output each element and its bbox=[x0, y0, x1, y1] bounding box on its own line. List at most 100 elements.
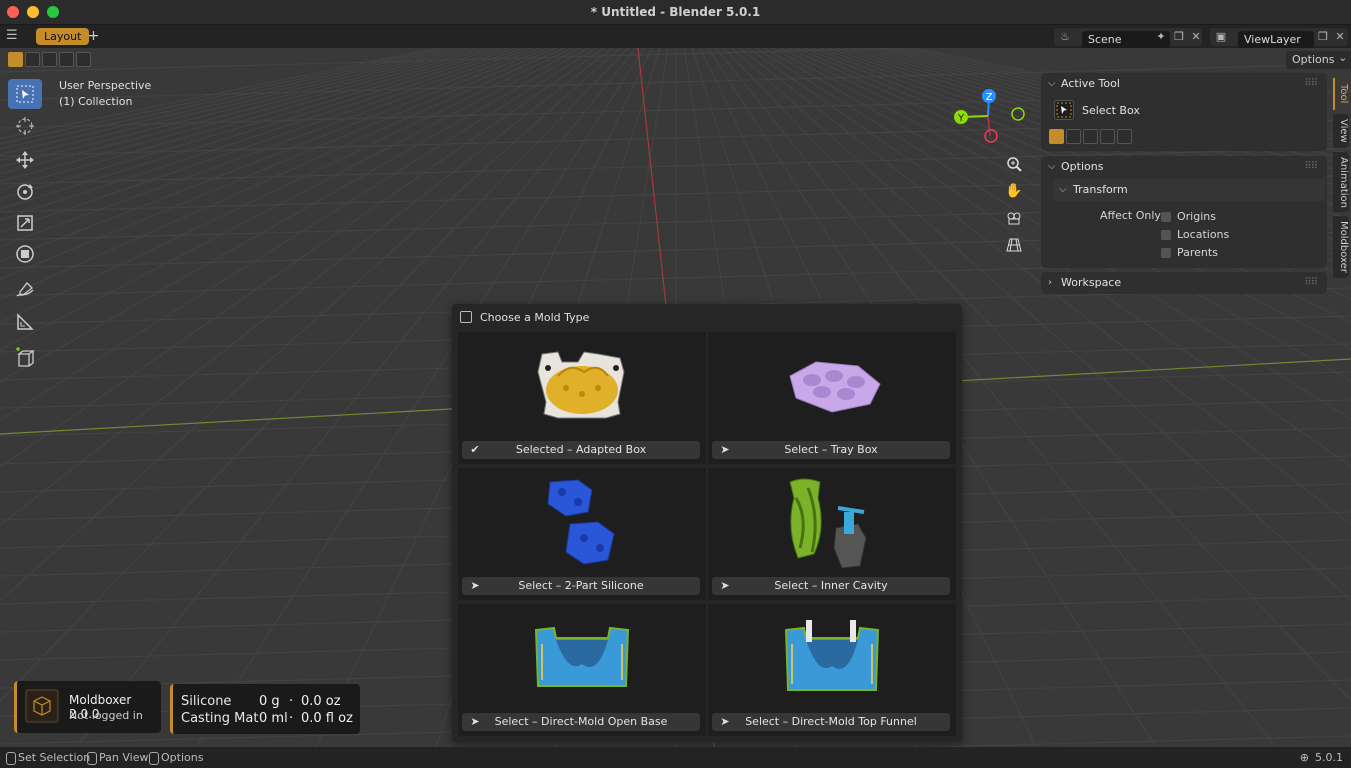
cursor-arrow-icon: ➤ bbox=[470, 579, 480, 592]
new-view-layer-icon[interactable]: ❐ bbox=[1316, 30, 1330, 44]
cursor-tool[interactable] bbox=[8, 111, 42, 141]
rotate-tool[interactable] bbox=[8, 177, 42, 207]
perspective-toggle-icon[interactable] bbox=[1002, 233, 1026, 257]
select-subtract-mode[interactable] bbox=[42, 52, 57, 67]
mold-option-direct-mold-open-base[interactable]: ➤ Select – Direct-Mold Open Base bbox=[458, 604, 706, 736]
view-layer-selector[interactable]: ▣ ViewLayer ❐ ✕ bbox=[1210, 28, 1348, 49]
delete-view-layer-icon[interactable]: ✕ bbox=[1333, 30, 1347, 44]
status-options: Options bbox=[149, 751, 203, 765]
drag-grip-icon[interactable]: ⠿⠿ bbox=[1304, 156, 1318, 178]
checkmark-icon: ✔ bbox=[470, 443, 480, 456]
move-icon bbox=[16, 151, 34, 169]
select-extend-mode[interactable] bbox=[25, 52, 40, 67]
version-label: 5.0.1 bbox=[1315, 751, 1343, 764]
annotate-tool[interactable] bbox=[8, 275, 42, 305]
view-layer-name-field[interactable]: ViewLayer bbox=[1238, 31, 1314, 49]
pin-icon[interactable]: ✦ bbox=[1154, 30, 1168, 44]
options-title: Options bbox=[1061, 160, 1104, 173]
pan-hand-icon[interactable]: ✋ bbox=[1002, 179, 1026, 203]
scene-selector[interactable]: ♨ Scene ✦ ❐ ✕ bbox=[1054, 28, 1203, 49]
inner-cavity-label: Select – Inner Cavity bbox=[774, 579, 888, 592]
top-funnel-button[interactable]: ➤ Select – Direct-Mold Top Funnel bbox=[712, 713, 950, 731]
mold-option-inner-cavity[interactable]: ➤ Select – Inner Cavity bbox=[708, 468, 956, 600]
active-tool-header[interactable]: ⌵ Active Tool ⠿⠿ bbox=[1041, 73, 1327, 95]
select-invert-mode[interactable] bbox=[59, 52, 74, 67]
transform-subheader[interactable]: ⌵ Transform bbox=[1053, 179, 1325, 201]
scale-tool[interactable] bbox=[8, 208, 42, 238]
tab-moldboxer[interactable]: Moldboxer bbox=[1333, 216, 1349, 278]
workspace-header[interactable]: › Workspace ⠿⠿ bbox=[1041, 272, 1327, 294]
camera-view-icon[interactable] bbox=[1002, 206, 1026, 230]
chevron-down-icon: ⌵ bbox=[1048, 161, 1056, 172]
locations-checkbox[interactable]: Locations bbox=[1161, 227, 1229, 243]
cursor-arrow-icon: ➤ bbox=[720, 443, 730, 456]
measure-tool[interactable] bbox=[8, 307, 42, 337]
select-new-mode[interactable] bbox=[8, 52, 23, 67]
gizmo-neg-y-handle bbox=[1011, 107, 1025, 121]
mold-option-direct-mold-top-funnel[interactable]: ➤ Select – Direct-Mold Top Funnel bbox=[708, 604, 956, 736]
popup-title: Choose a Mold Type bbox=[480, 311, 590, 324]
transform-tool[interactable] bbox=[8, 239, 42, 269]
view-layer-icon[interactable]: ▣ bbox=[1214, 30, 1228, 44]
casting-mat-floz: 0.0 fl oz bbox=[301, 711, 353, 726]
delete-scene-icon[interactable]: ✕ bbox=[1189, 30, 1203, 44]
move-tool[interactable] bbox=[8, 145, 42, 175]
select-box-tool[interactable] bbox=[8, 79, 42, 109]
top-funnel-label: Select – Direct-Mold Top Funnel bbox=[745, 715, 917, 728]
parents-checkbox[interactable]: Parents bbox=[1161, 245, 1218, 261]
add-cube-tool[interactable] bbox=[8, 343, 42, 373]
purple-tray-mold-icon bbox=[789, 361, 881, 413]
mold-type-popup: Choose a Mold Type ✔ Selected – Adapted … bbox=[452, 304, 962, 742]
adapted-box-button[interactable]: ✔ Selected – Adapted Box bbox=[462, 441, 700, 459]
navigation-gizmo[interactable]: Z Y bbox=[950, 84, 1030, 150]
mold-option-2-part-silicone[interactable]: ➤ Select – 2-Part Silicone bbox=[458, 468, 706, 600]
tool-mode-invert[interactable] bbox=[1100, 129, 1115, 144]
tab-view[interactable]: View bbox=[1333, 114, 1349, 148]
material-estimate-panel: Silicone 0 g · 0.0 oz Casting Mat 0 ml ·… bbox=[170, 684, 360, 734]
open-base-button[interactable]: ➤ Select – Direct-Mold Open Base bbox=[462, 713, 700, 731]
active-tool-section: ⌵ Active Tool ⠿⠿ Select Box bbox=[1041, 73, 1327, 151]
tool-mode-subtract[interactable] bbox=[1083, 129, 1098, 144]
drag-grip-icon[interactable]: ⠿⠿ bbox=[1304, 73, 1318, 95]
blue-open-base-mold-icon bbox=[534, 626, 630, 687]
transform-icon bbox=[16, 245, 34, 263]
tab-animation[interactable]: Animation bbox=[1333, 152, 1349, 212]
silicone-ounces: 0.0 oz bbox=[301, 694, 341, 709]
mold-option-adapted-box[interactable]: ✔ Selected – Adapted Box bbox=[458, 332, 706, 464]
cursor-arrow-icon: ➤ bbox=[720, 579, 730, 592]
workspace-title: Workspace bbox=[1061, 276, 1122, 289]
tool-mode-extend[interactable] bbox=[1066, 129, 1081, 144]
select-box-tool-icon[interactable] bbox=[1054, 100, 1074, 120]
silicone-label: Silicone bbox=[181, 694, 232, 709]
add-cube-icon bbox=[16, 347, 35, 367]
select-mode-buttons bbox=[8, 52, 91, 68]
rotate-icon bbox=[17, 184, 33, 200]
annotate-icon bbox=[16, 282, 34, 297]
mold-option-tray-box[interactable]: ➤ Select – Tray Box bbox=[708, 332, 956, 464]
zoom-icon[interactable] bbox=[1002, 152, 1026, 176]
options-header[interactable]: ⌵ Options ⠿⠿ bbox=[1041, 156, 1327, 178]
chevron-down-icon: ⌵ bbox=[1048, 78, 1056, 89]
cursor-icon bbox=[16, 117, 34, 135]
blue-two-part-mold-icon bbox=[547, 479, 615, 565]
tool-mode-new[interactable] bbox=[1049, 129, 1064, 144]
options-section: ⌵ Options ⠿⠿ ⌵ Transform Affect Only Ori… bbox=[1041, 156, 1327, 268]
viewport-options-dropdown[interactable]: Options bbox=[1286, 49, 1351, 69]
status-set-selection: Set Selection bbox=[6, 751, 90, 765]
tray-box-button[interactable]: ➤ Select – Tray Box bbox=[712, 441, 950, 459]
origins-checkbox[interactable]: Origins bbox=[1161, 209, 1216, 225]
scene-icon[interactable]: ♨ bbox=[1058, 30, 1072, 44]
cursor-arrow-icon: ➤ bbox=[470, 715, 480, 728]
hamburger-menu-icon[interactable]: ☰ bbox=[6, 29, 19, 42]
active-tool-title: Active Tool bbox=[1061, 77, 1120, 90]
add-workspace-button[interactable]: + bbox=[86, 28, 101, 45]
tool-mode-intersect[interactable] bbox=[1117, 129, 1132, 144]
workspace-section: › Workspace ⠿⠿ bbox=[1041, 272, 1327, 294]
inner-cavity-button[interactable]: ➤ Select – Inner Cavity bbox=[712, 577, 950, 595]
tab-tool[interactable]: Tool bbox=[1333, 78, 1349, 110]
tab-layout[interactable]: Layout bbox=[36, 28, 90, 45]
new-scene-icon[interactable]: ❐ bbox=[1172, 30, 1186, 44]
two-part-silicone-button[interactable]: ➤ Select – 2-Part Silicone bbox=[462, 577, 700, 595]
select-intersect-mode[interactable] bbox=[76, 52, 91, 67]
drag-grip-icon[interactable]: ⠿⠿ bbox=[1304, 272, 1318, 294]
